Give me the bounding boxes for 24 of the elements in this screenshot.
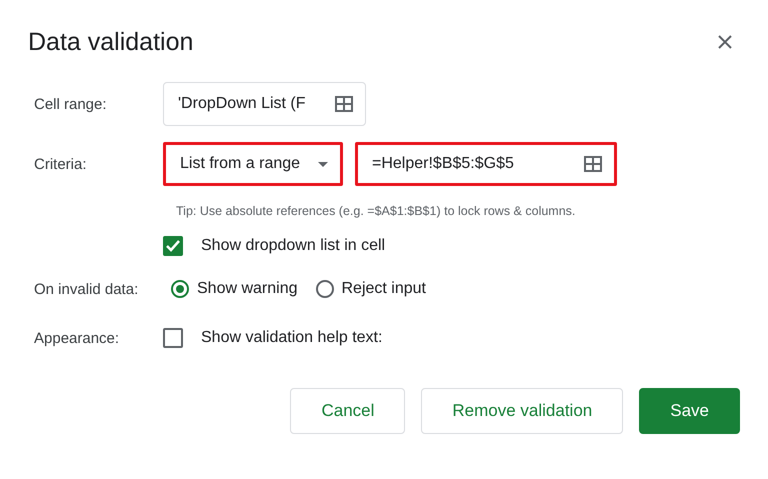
radio-label: Reject input [342,280,426,298]
grid-icon[interactable] [335,96,353,112]
checkbox[interactable] [163,236,183,256]
tip-text: Tip: Use absolute references (e.g. =$A$1:$B$1) to lock rows & columns. [176,204,576,218]
dialog-title: Data validation [28,28,194,56]
checkbox-label: Show validation help text: [201,329,382,347]
dialog-button[interactable]: Remove validation [421,388,624,434]
grid-icon[interactable] [584,156,602,172]
caret-icon [318,162,328,166]
checkbox[interactable] [163,328,183,348]
radio-button[interactable] [316,280,334,298]
close-icon[interactable] [718,35,732,49]
cell-range-field[interactable]: 'DropDown List (F [163,82,366,126]
field-label: Cell range: [33,96,108,112]
field-label: Criteria: [33,156,88,172]
range-field[interactable]: =Helper!$B$5:$G$5 [355,142,617,186]
field-label: Appearance: [33,330,120,346]
radio-button[interactable] [171,280,189,298]
field-label: On invalid data: [33,280,140,298]
checkbox-label: Show dropdown list in cell [201,237,386,255]
radio-label: Show warning [197,280,298,298]
dialog-button[interactable]: Cancel [290,388,406,434]
save-button[interactable]: Save [639,388,740,434]
criteria-dropdown[interactable]: List from a range [163,142,343,186]
